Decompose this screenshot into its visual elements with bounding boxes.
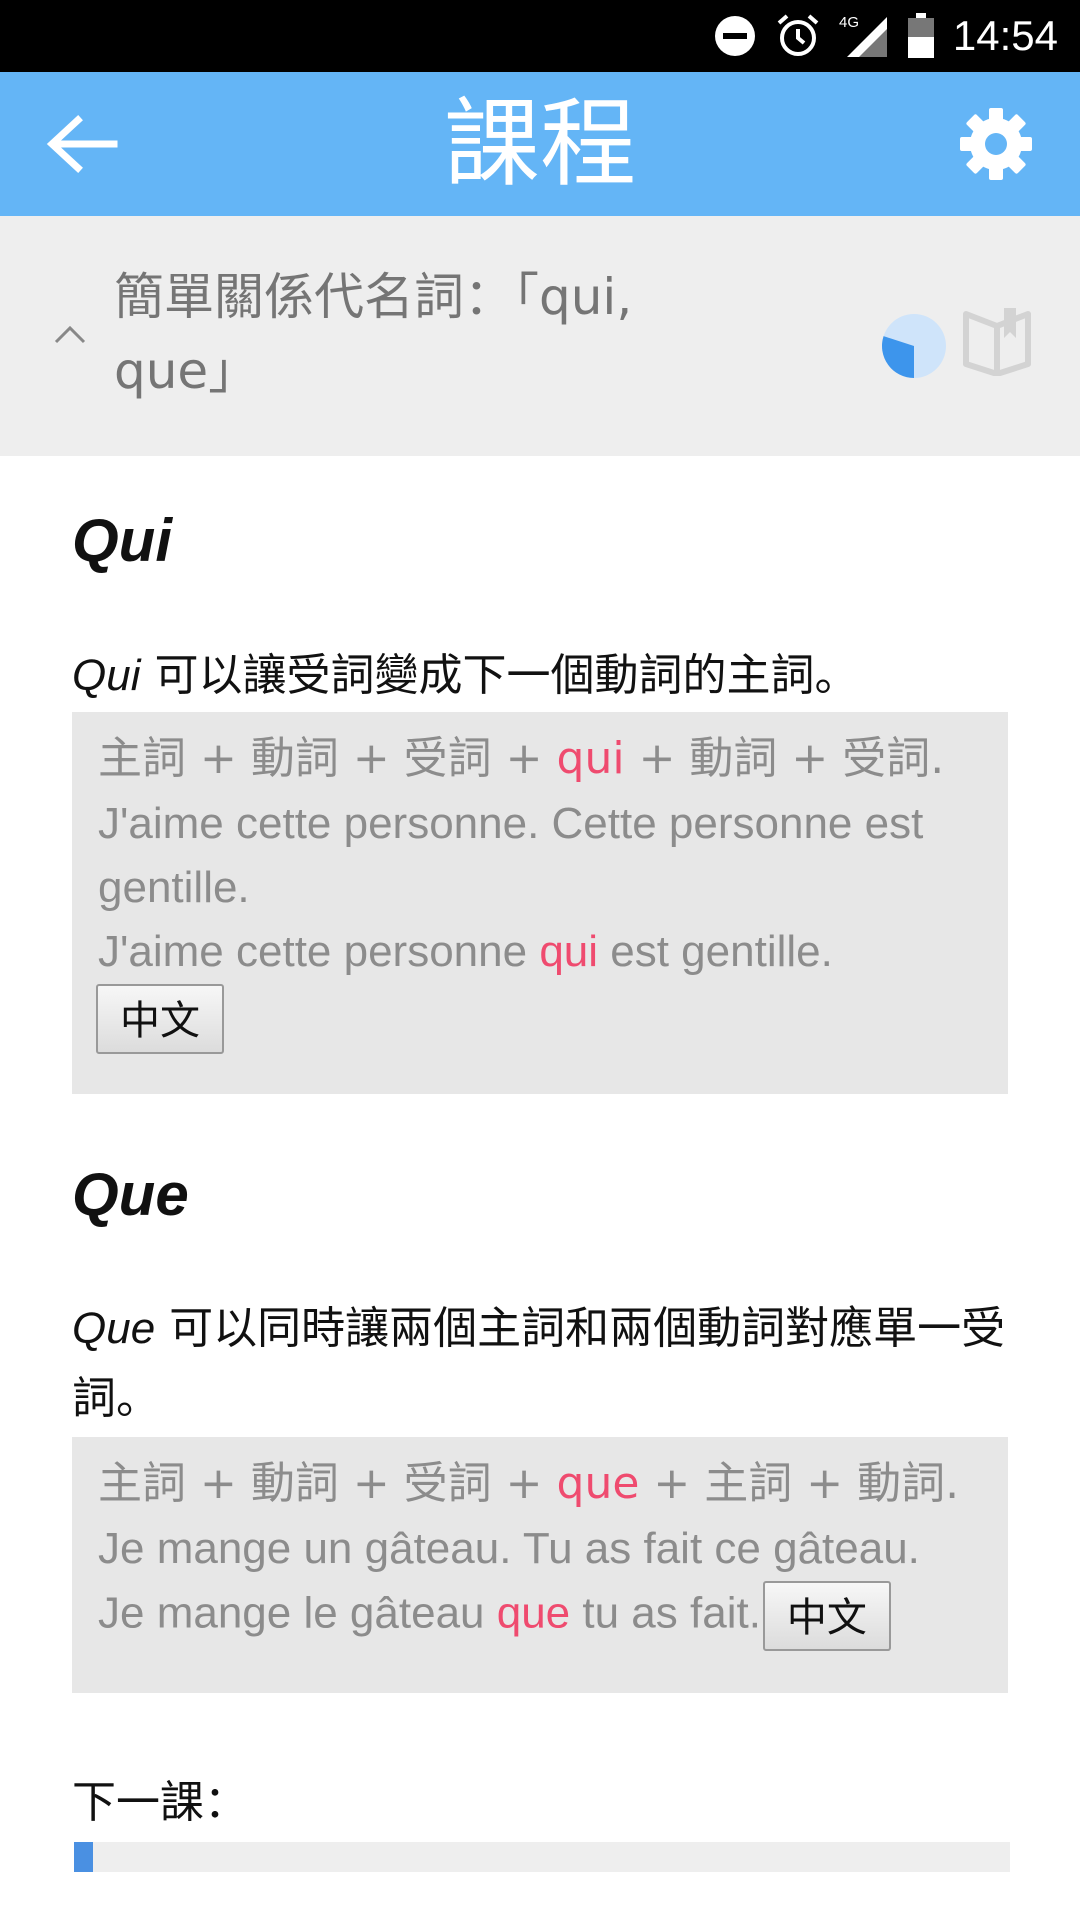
next-lesson-label: 下一課：	[72, 1777, 248, 1828]
signal-icon: 4G	[839, 14, 887, 57]
example-part: est gentille.	[598, 927, 833, 976]
highlight-keyword: qui	[539, 927, 599, 976]
lesson-title: 簡單關係代名詞：「qui, que」	[114, 268, 633, 400]
do-not-disturb-icon	[714, 16, 755, 56]
description-text: 可以同時讓兩個主詞和兩個動詞對應單一受詞。	[72, 1303, 1006, 1424]
example-box-que: 主詞 + 動詞 + 受詞 + que + 主詞 + 動詞. Je mange u…	[72, 1437, 1008, 1693]
app-bar: 課程	[0, 72, 1080, 216]
translate-chinese-button[interactable]: 中文	[96, 984, 224, 1054]
book-icon[interactable]	[962, 304, 1032, 376]
example-part: J'aime cette personne	[98, 927, 540, 976]
gear-icon[interactable]	[958, 106, 1034, 182]
example-box-qui: 主詞 + 動詞 + 受詞 + qui + 動詞 + 受詞. J'aime cet…	[72, 712, 1008, 1094]
battery-icon	[907, 13, 934, 58]
next-lesson-progress-fill	[74, 1842, 93, 1872]
example-combined: Je mange le gâteau que tu as fait. 中文	[98, 1581, 982, 1651]
example-part: Je mange le gâteau	[98, 1588, 497, 1638]
example-part: tu as fait.	[570, 1588, 761, 1638]
section-description-que: Que 可以同時讓兩個主詞和兩個動詞對應單一受詞。	[72, 1294, 1012, 1434]
page-title: 課程	[444, 88, 636, 200]
formula-part: 主詞 + 動詞 + 受詞 +	[98, 733, 557, 784]
status-icons: 4G 14:54	[713, 0, 1058, 72]
translate-row: 中文	[96, 984, 982, 1054]
highlight-keyword: que	[556, 1458, 640, 1509]
status-bar: 4G 14:54	[0, 0, 1080, 72]
description-term: Que	[72, 1304, 156, 1353]
next-lesson-progress	[74, 1842, 1010, 1872]
formula-part: + 動詞 + 受詞.	[624, 733, 945, 784]
progress-pie	[882, 314, 946, 378]
formula-line: 主詞 + 動詞 + 受詞 + que + 主詞 + 動詞.	[98, 1451, 982, 1517]
description-text: 可以讓受詞變成下一個動詞的主詞。	[140, 650, 859, 701]
alarm-icon	[777, 14, 819, 56]
translate-chinese-button[interactable]: 中文	[762, 1581, 891, 1651]
formula-part: 主詞 + 動詞 + 受詞 +	[98, 1458, 557, 1509]
example-sentence: J'aime cette personne. Cette personne es…	[98, 799, 924, 912]
clock: 14:54	[952, 12, 1058, 59]
network-label: 4G	[839, 14, 859, 31]
example-sentence: Je mange un gâteau. Tu as fait ce gâteau…	[98, 1524, 920, 1573]
description-term: Qui	[72, 651, 141, 700]
highlight-keyword: qui	[556, 733, 625, 784]
formula-line: 主詞 + 動詞 + 受詞 + qui + 動詞 + 受詞.	[98, 726, 982, 792]
section-heading-que: Que	[72, 1161, 189, 1228]
formula-part: + 主詞 + 動詞.	[639, 1458, 960, 1509]
lesson-header[interactable]: 簡單關係代名詞：「qui, que」	[0, 216, 1080, 456]
section-description-qui: Qui 可以讓受詞變成下一個動詞的主詞。	[72, 641, 1012, 711]
section-heading-qui: Qui	[72, 507, 172, 574]
highlight-keyword: que	[496, 1588, 571, 1638]
chevron-up-icon[interactable]	[52, 316, 88, 352]
example-combined: J'aime cette personne qui est gentille.	[98, 920, 982, 984]
